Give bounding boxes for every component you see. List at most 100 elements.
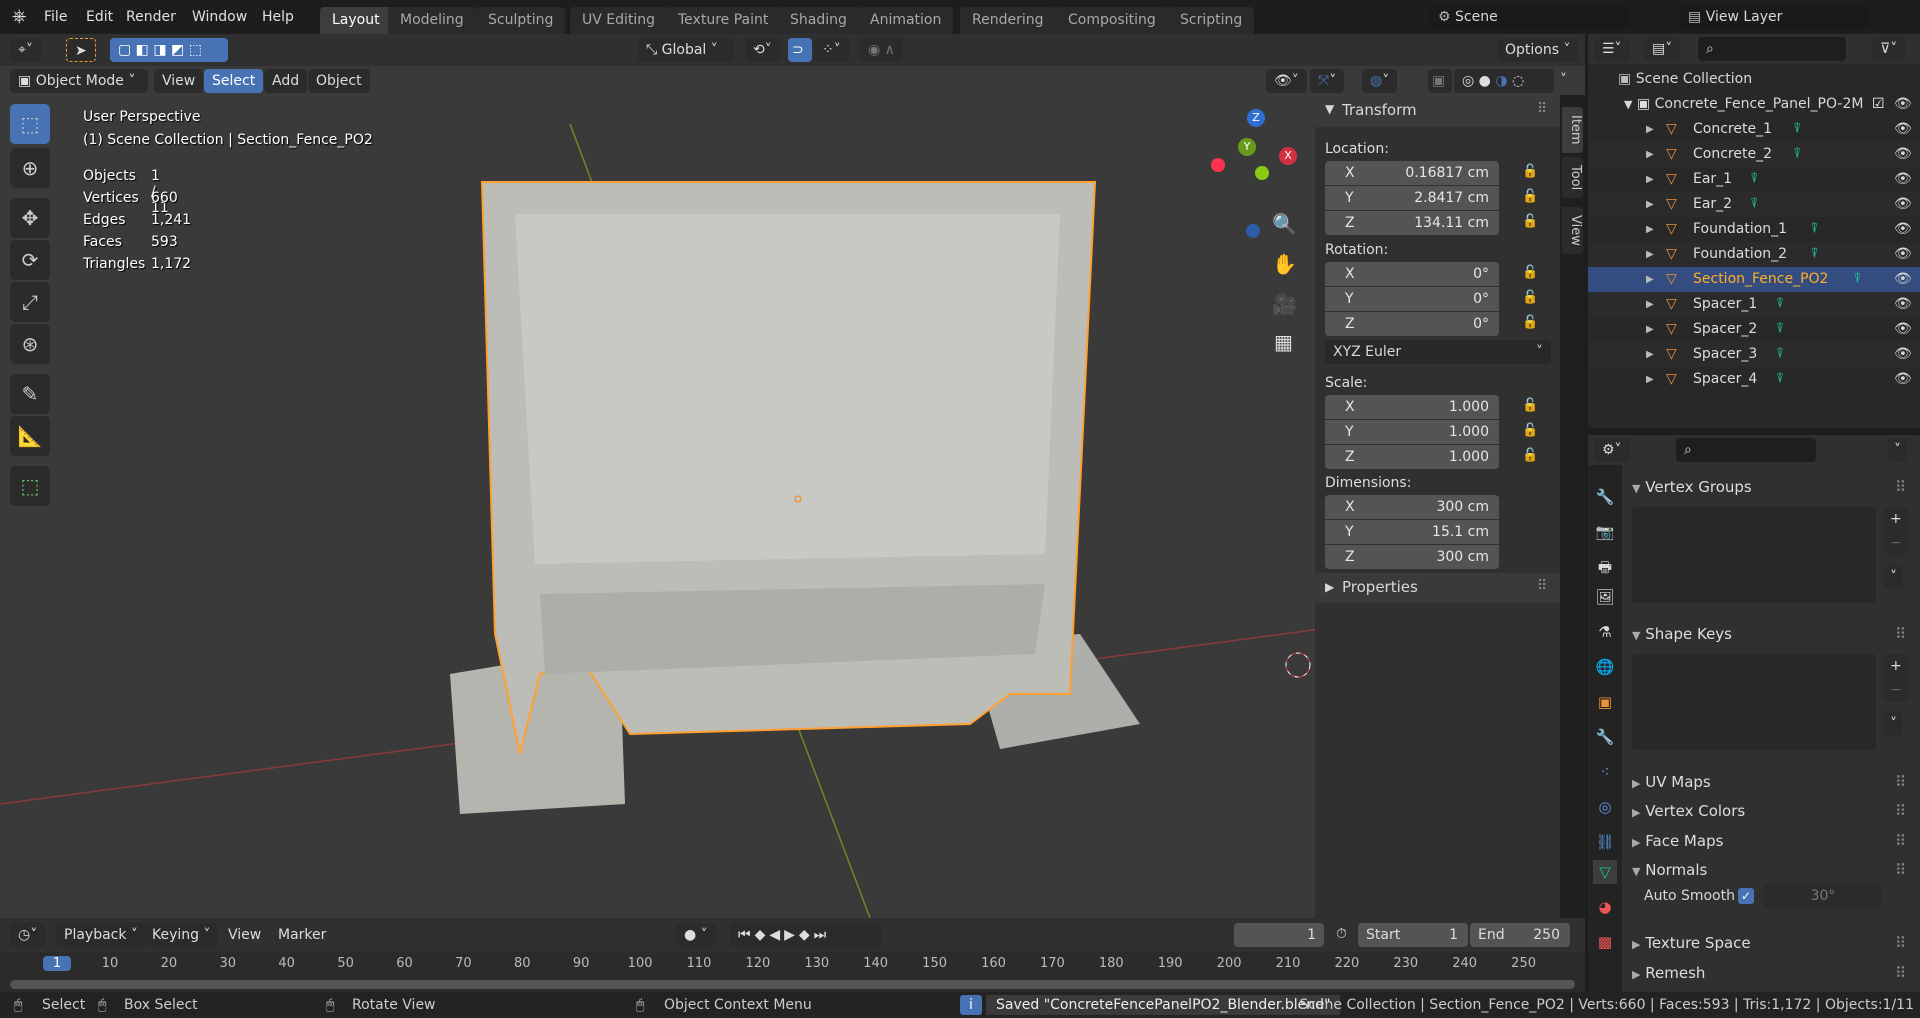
view-layer-selector[interactable]: ▤ View Layer (1680, 5, 1870, 29)
expand-arrow-icon[interactable]: ▶ (1646, 217, 1654, 242)
panel-uv-maps[interactable]: ▶ UV Maps ⠿ (1622, 768, 1912, 796)
mesh-data-icon[interactable]: ⍒ (1853, 267, 1861, 292)
expand-arrow-icon[interactable]: ▶ (1646, 267, 1654, 292)
snap-toggle[interactable]: ⊃ (788, 38, 812, 62)
eye-icon[interactable]: 👁 (1894, 242, 1912, 267)
start-frame-field[interactable]: Start 1 (1358, 923, 1468, 947)
expand-arrow-icon[interactable]: ▶ (1646, 117, 1654, 142)
snap-target-dropdown[interactable]: ⁘˅ (814, 38, 849, 62)
expand-arrow-icon[interactable]: ▶ (1646, 367, 1654, 392)
menu-window[interactable]: Window (192, 0, 247, 34)
outliner-item[interactable]: ▶ ▽ Concrete_1 ⍒ 👁 (1588, 117, 1920, 142)
eye-icon[interactable]: 👁 (1894, 217, 1912, 242)
mesh-data-tab-icon[interactable]: ▽ (1593, 860, 1617, 884)
vertex-groups-list[interactable] (1632, 507, 1876, 603)
lock-icon[interactable]: 🔓 (1522, 423, 1538, 438)
dimensions-z-field[interactable]: Z 300 cm (1325, 545, 1499, 569)
current-frame-field[interactable]: 1 (1234, 923, 1324, 947)
expand-arrow-icon[interactable]: ▶ (1646, 167, 1654, 192)
tab-texture-paint[interactable]: Texture Paint (666, 7, 781, 34)
expand-arrow-icon[interactable]: ▶ (1646, 342, 1654, 367)
outliner-item[interactable]: ▶ ▽ Spacer_1 ⍒ 👁 (1588, 292, 1920, 317)
shape-keys-list[interactable] (1632, 654, 1876, 750)
transform-panel-header[interactable]: ▼ Transform ⠿ (1315, 95, 1560, 127)
tab-sculpting[interactable]: Sculpting (476, 7, 566, 34)
tab-view[interactable]: View (1562, 207, 1583, 254)
scale-y-field[interactable]: Y 1.000 (1325, 420, 1499, 444)
dimensions-x-field[interactable]: X 300 cm (1325, 495, 1499, 519)
proportional-edit-toggle[interactable]: ◉ ∧ (860, 38, 903, 62)
transform-orientation-dropdown[interactable]: ⤡ Global ˅ (638, 38, 733, 62)
particles-tab-icon[interactable]: ⁖ (1593, 760, 1617, 784)
neg-z-handle[interactable] (1246, 224, 1260, 238)
lock-icon[interactable]: 🔓 (1522, 290, 1538, 305)
mesh-data-icon[interactable]: ⍒ (1776, 292, 1784, 317)
tab-animation[interactable]: Animation (858, 7, 954, 34)
eye-icon[interactable]: 👁 (1894, 167, 1912, 192)
expand-arrow-icon[interactable]: ▶ (1646, 292, 1654, 317)
tab-tool[interactable]: Tool (1562, 157, 1583, 199)
mode-dropdown[interactable]: ▣ Object Mode ˅ (10, 69, 148, 93)
lock-icon[interactable]: 🔓 (1522, 265, 1538, 280)
outliner-search-input[interactable]: ⌕ (1698, 37, 1846, 61)
panel-remesh[interactable]: ▶ Remesh ⠿ (1622, 959, 1912, 987)
dimensions-y-field[interactable]: Y 15.1 cm (1325, 520, 1499, 544)
move-tool[interactable]: ✥ (10, 198, 50, 238)
scale-x-field[interactable]: X 1.000 (1325, 395, 1499, 419)
lock-icon[interactable]: 🔓 (1522, 214, 1538, 229)
menu-render[interactable]: Render (126, 0, 176, 34)
mesh-data-icon[interactable]: ⍒ (1793, 117, 1801, 142)
marker-menu[interactable]: Marker (270, 923, 334, 947)
playback-controls[interactable]: ⏮◆◀▶◆⏭ (730, 923, 882, 947)
constraints-tab-icon[interactable]: ⛓ (1593, 830, 1617, 854)
auto-smooth-angle-field[interactable]: 30° (1764, 884, 1882, 908)
x-axis-handle[interactable]: X (1279, 147, 1297, 165)
mesh-data-icon[interactable]: ⍒ (1776, 367, 1784, 392)
location-x-field[interactable]: X 0.16817 cm (1325, 161, 1499, 185)
selection-mode-buttons[interactable]: ▢ ◧ ◨ ◩ ⬚ (110, 38, 228, 62)
select-box-tool[interactable]: ⬚ (10, 104, 50, 144)
modifier-tab-icon[interactable]: 🔧 (1593, 725, 1617, 749)
timeline-editor-type[interactable]: ◷˅ (10, 923, 46, 947)
rotation-x-field[interactable]: X 0° (1325, 262, 1499, 286)
cursor-tool[interactable]: ⊕ (10, 148, 50, 188)
pan-hand-icon[interactable]: ✋ (1272, 252, 1297, 276)
neg-y-handle[interactable] (1255, 166, 1269, 180)
mesh-data-icon[interactable]: ⍒ (1776, 317, 1784, 342)
location-z-field[interactable]: Z 134.11 cm (1325, 211, 1499, 235)
tab-modeling[interactable]: Modeling (388, 7, 476, 34)
lock-icon[interactable]: 🔓 (1522, 398, 1538, 413)
scene-tab-icon[interactable]: ⚗ (1593, 620, 1617, 644)
xray-toggle[interactable]: ▣ (1428, 69, 1452, 93)
outliner-item[interactable]: ▶ ▽ Foundation_1 ⍒ 👁 (1588, 217, 1920, 242)
eye-icon[interactable]: 👁 (1894, 367, 1912, 392)
annotate-tool[interactable]: ✎ (10, 374, 50, 414)
overlay-toggle[interactable]: ◍˅ (1362, 69, 1398, 93)
tab-compositing[interactable]: Compositing (1056, 7, 1168, 34)
zoom-icon[interactable]: 🔍 (1272, 212, 1297, 236)
mesh-data-icon[interactable]: ⍒ (1750, 167, 1758, 192)
tab-layout[interactable]: Layout (320, 7, 392, 34)
tab-shading[interactable]: Shading (778, 7, 859, 34)
z-axis-handle[interactable]: Z (1247, 109, 1265, 127)
eye-icon[interactable]: 👁 (1894, 192, 1912, 217)
shading-mode-buttons[interactable]: ◎ ● ◑ ◌ (1454, 69, 1554, 93)
outliner-item[interactable]: ▶ ▽ Spacer_3 ⍒ 👁 (1588, 342, 1920, 367)
eye-icon[interactable]: 👁 (1894, 317, 1912, 342)
rotate-tool[interactable]: ⟳ (10, 240, 50, 280)
location-y-field[interactable]: Y 2.8417 cm (1325, 186, 1499, 210)
outliner-item[interactable]: ▶ ▽ Ear_1 ⍒ 👁 (1588, 167, 1920, 192)
editor-type-button[interactable]: ⌖˅ (10, 38, 41, 62)
object-tab-icon[interactable]: ▣ (1593, 690, 1617, 714)
menu-help[interactable]: Help (262, 0, 294, 34)
tab-scripting[interactable]: Scripting (1168, 7, 1255, 34)
expand-arrow-icon[interactable]: ▶ (1646, 317, 1654, 342)
end-frame-field[interactable]: End 250 (1470, 923, 1570, 947)
outliner-editor-type[interactable]: ☰˅ (1594, 37, 1630, 61)
add-button[interactable]: + (1884, 654, 1908, 678)
eye-icon[interactable]: 👁 (1894, 142, 1912, 167)
filter-dropdown[interactable]: ⊽˅ (1872, 37, 1906, 61)
collection-row[interactable]: ▼ ▣ Concrete_Fence_Panel_PO-2M ☑ 👁 (1588, 92, 1920, 117)
scene-selector[interactable]: ⚙ Scene (1430, 5, 1630, 29)
tool-tab-icon[interactable]: 🔧 (1593, 485, 1617, 509)
